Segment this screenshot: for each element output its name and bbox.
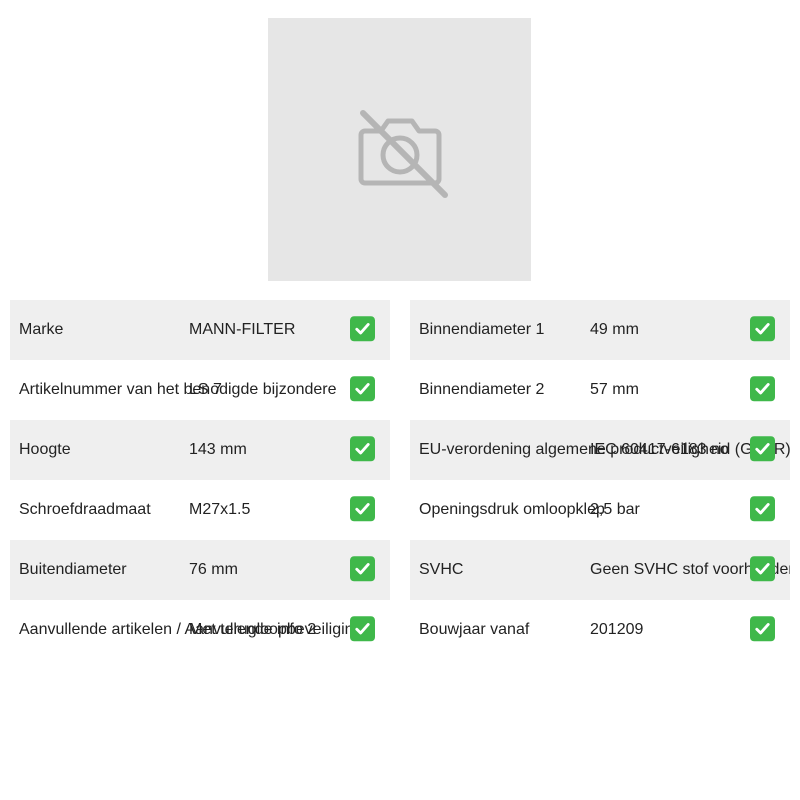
spec-label: Openingsdruk omloopklep [419, 501, 605, 518]
spec-label: Binnendiameter 2 [419, 381, 545, 398]
product-image-placeholder [268, 18, 531, 281]
check-icon [350, 316, 375, 342]
spec-row: EU-verordening algemene productveilighei… [410, 420, 790, 480]
spec-label: Artikelnummer van het benodigde bijzonde… [19, 381, 337, 398]
spec-label: Schroefdraadmaat [19, 501, 151, 518]
check-icon [750, 316, 775, 342]
spec-value: LS 7 [189, 381, 222, 398]
spec-value: MANN-FILTER [189, 321, 296, 338]
spec-label: Hoogte [19, 441, 71, 458]
check-icon [750, 436, 775, 462]
spec-value: 76 mm [189, 561, 238, 578]
check-icon [350, 556, 375, 582]
camera-off-icon [358, 109, 448, 198]
spec-label: Bouwjaar vanaf [419, 621, 530, 638]
spec-row: SVHC Geen SVHC stof voorhanden [410, 540, 790, 600]
check-icon [750, 496, 775, 522]
check-icon [350, 436, 375, 462]
spec-label: Binnendiameter 1 [419, 321, 545, 338]
spec-row: Openingsdruk omloopklep 2,5 bar [410, 480, 790, 540]
spec-row: Artikelnummer van het benodigde bijzonde… [10, 360, 390, 420]
spec-label: Marke [19, 321, 64, 338]
spec-label: Buitendiameter [19, 561, 127, 578]
spec-table-right: Binnendiameter 1 49 mm Binnendiameter 2 … [410, 300, 790, 660]
spec-value: M27x1.5 [189, 501, 251, 518]
check-icon [350, 496, 375, 522]
spec-table-left: Marke MANN-FILTER Artikelnummer van het … [10, 300, 390, 660]
spec-row: Schroefdraadmaat M27x1.5 [10, 480, 390, 540]
spec-value: Met terugloopbeveiliging [189, 621, 363, 638]
spec-value: 2,5 bar [590, 501, 640, 518]
spec-row: Bouwjaar vanaf 201209 [410, 600, 790, 660]
check-icon [350, 616, 375, 642]
spec-row: Buitendiameter 76 mm [10, 540, 390, 600]
spec-value: 57 mm [590, 381, 639, 398]
spec-value: 143 mm [189, 441, 247, 458]
check-icon [750, 376, 775, 402]
spec-row: Hoogte 143 mm [10, 420, 390, 480]
spec-row: Marke MANN-FILTER [10, 300, 390, 360]
check-icon [750, 556, 775, 582]
check-icon [350, 376, 375, 402]
spec-value: IEC 60417-6183 no [590, 441, 729, 458]
spec-row: Aanvullende artikelen / Aanvullende info… [10, 600, 390, 660]
spec-row: Binnendiameter 1 49 mm [410, 300, 790, 360]
spec-label: SVHC [419, 561, 464, 578]
spec-value: 201209 [590, 621, 644, 638]
check-icon [750, 616, 775, 642]
spec-value: 49 mm [590, 321, 639, 338]
spec-row: Binnendiameter 2 57 mm [410, 360, 790, 420]
